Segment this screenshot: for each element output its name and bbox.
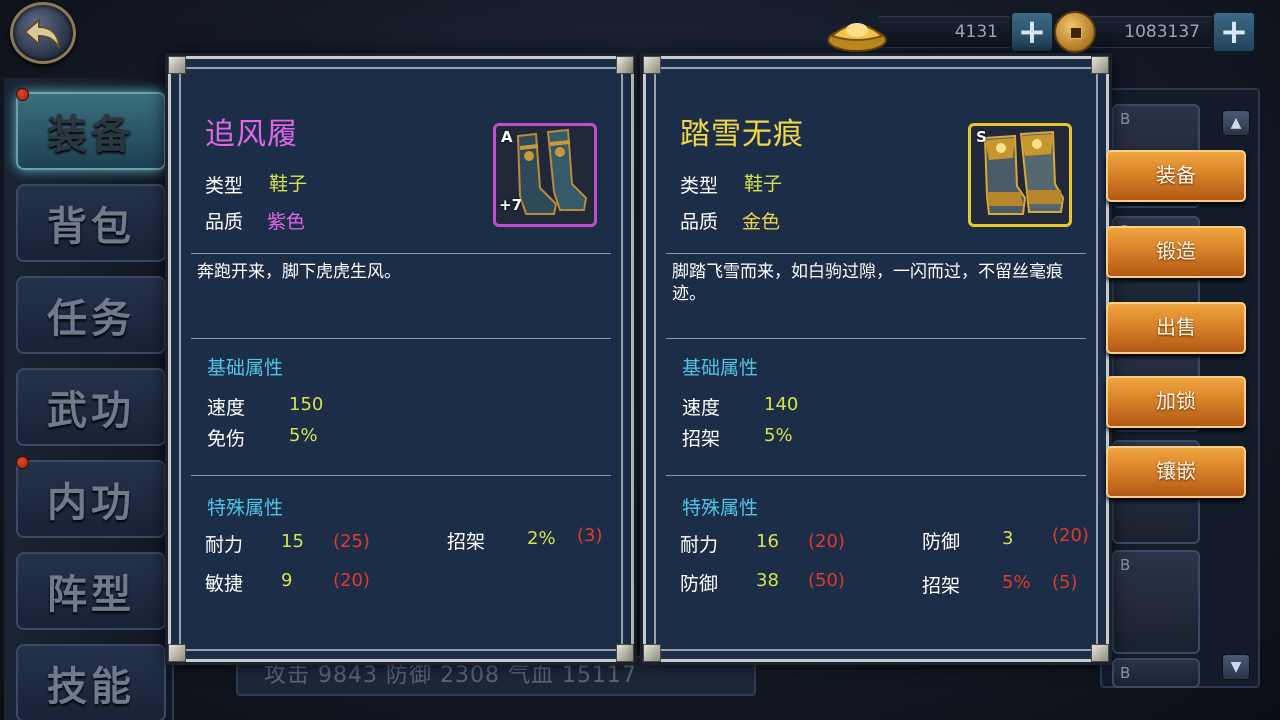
divider [191,338,611,339]
sell-button[interactable]: 出售 [1106,302,1246,354]
special-attr-value: 38 [756,570,779,591]
ingot-amount: 4131 [878,16,1010,48]
tab-backpack[interactable]: 背包 [16,184,166,262]
basic-attr-name: 招架 [682,428,721,450]
special-attr-name: 耐力 [205,534,244,556]
basic-attr-value: 150 [289,394,324,415]
notification-dot [16,88,29,101]
item-icon[interactable]: S [968,123,1072,227]
lock-button[interactable]: 加锁 [1106,376,1246,428]
item-name: 踏雪无痕 [680,117,804,152]
add-ingot-button[interactable]: + [1010,11,1054,53]
quality-label: 品质 [205,211,244,233]
divider [191,475,611,476]
panel-corner [168,644,186,662]
panel-corner [1091,644,1109,662]
item-description: 脚踏飞雪而来，如白驹过隙，一闪而过，不留丝毫痕迹。 [672,262,1063,304]
equip-button[interactable]: 装备 [1106,150,1246,202]
grade-badge: A [501,128,513,146]
special-attr-name: 敏捷 [205,573,244,595]
basic-attr-name: 速度 [207,397,246,419]
panel-corner [168,56,186,74]
special-attr-name: 招架 [922,575,961,597]
special-attr-value: 3 [1002,528,1014,549]
type-value: 鞋子 [269,173,308,195]
special-attr-name: 防御 [922,531,961,553]
special-attr-title: 特殊属性 [682,497,759,519]
grade-badge: S [976,128,987,146]
special-attr-value: 16 [756,531,779,552]
special-attr-bonus: (25) [333,531,370,552]
inventory-slot[interactable]: B [1112,550,1200,654]
type-label: 类型 [205,175,244,197]
basic-attr-title: 基础属性 [207,357,284,379]
special-attr-value: 9 [281,570,293,591]
special-attr-name: 招架 [447,531,486,553]
quality-value: 紫色 [267,211,306,233]
inlay-button[interactable]: 镶嵌 [1106,446,1246,498]
stats-strip: 攻击 9843 防御 2308 气血 15117 [236,656,756,696]
basic-attr-name: 免伤 [207,428,246,450]
special-attr-value: 15 [281,531,304,552]
tab-skills[interactable]: 技能 [16,644,166,720]
tab-quests[interactable]: 任务 [16,276,166,354]
tab-equipment[interactable]: 装备 [16,92,166,170]
panel-corner [643,644,661,662]
coin-icon [1054,11,1096,53]
type-value: 鞋子 [744,173,783,195]
scroll-up-button[interactable]: ▲ [1222,110,1250,136]
special-attr-name: 耐力 [680,534,719,556]
special-attr-bonus: (5) [1052,572,1078,593]
special-attr-bonus: (20) [1052,525,1089,546]
ingot-currency: 4131 + [826,10,1054,54]
panel-corner [643,56,661,74]
divider [666,338,1086,339]
special-attr-value: 5% [1002,572,1031,593]
back-button[interactable] [10,2,76,64]
special-attr-value: 2% [527,528,556,549]
enhance-level: +7 [499,196,523,214]
tab-formation[interactable]: 阵型 [16,552,166,630]
panel-corner [616,56,634,74]
divider [191,253,611,254]
basic-attr-value: 5% [764,425,793,446]
divider [666,253,1086,254]
coin-amount: 1083137 [1090,16,1212,48]
special-attr-bonus: (50) [808,570,845,591]
quality-label: 品质 [680,211,719,233]
type-label: 类型 [680,175,719,197]
item-icon[interactable]: A +7 [493,123,597,227]
basic-attr-value: 140 [764,394,799,415]
add-coin-button[interactable]: + [1212,11,1256,53]
left-item-panel: 追风履 类型 鞋子 品质 紫色 A +7 奔跑开来，脚下虎虎生风。 基础属性 速… [168,56,634,662]
back-arrow-icon [23,17,60,49]
tab-inner-skill[interactable]: 内功 [16,460,166,538]
forge-button[interactable]: 锻造 [1106,226,1246,278]
special-attr-name: 防御 [680,573,719,595]
panel-corner [1091,56,1109,74]
special-attr-title: 特殊属性 [207,497,284,519]
inventory-slot[interactable]: B [1112,658,1200,688]
right-item-panel: 踏雪无痕 类型 鞋子 品质 金色 S 脚踏飞雪而来，如白驹过隙，一闪而过，不留丝… [643,56,1109,662]
basic-attr-title: 基础属性 [682,357,759,379]
basic-attr-name: 速度 [682,397,721,419]
special-attr-bonus: (20) [808,531,845,552]
item-description: 奔跑开来，脚下虎虎生风。 [197,262,401,282]
basic-attr-value: 5% [289,425,318,446]
notification-dot [16,456,29,469]
item-name: 追风履 [205,117,298,152]
special-attr-bonus: (3) [577,525,603,546]
coin-currency: 1083137 + [1054,11,1256,53]
panel-corner [616,644,634,662]
tab-martial-arts[interactable]: 武功 [16,368,166,446]
divider [666,475,1086,476]
quality-value: 金色 [742,211,781,233]
special-attr-bonus: (20) [333,570,370,591]
scroll-down-button[interactable]: ▼ [1222,654,1250,680]
gold-ingot-icon [826,10,888,54]
